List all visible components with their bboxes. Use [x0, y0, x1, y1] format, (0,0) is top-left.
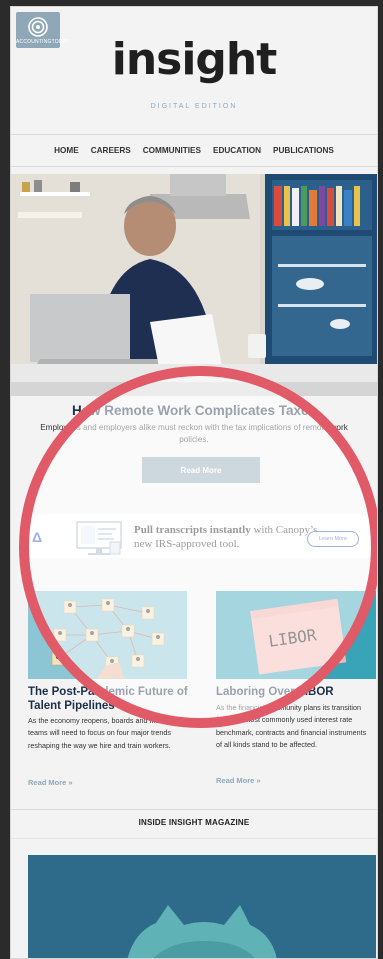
top-nav: HOME CAREERS COMMUNITIES EDUCATION PUBLI…	[10, 146, 378, 155]
talent-read-more-link[interactable]: Read More »	[28, 778, 73, 787]
nav-item-home[interactable]: HOME	[54, 146, 79, 155]
monitor-illustration-icon	[76, 521, 122, 555]
nav-divider-bottom	[10, 166, 378, 167]
feature-summary: Employees and employers alike must recko…	[40, 423, 348, 444]
nav-item-careers[interactable]: CAREERS	[91, 146, 131, 155]
magazine-cover-image[interactable]	[28, 855, 376, 959]
nav-divider-top	[10, 134, 378, 135]
email-page: ACCOUNTINGTODAY insight DIGITAL EDITION …	[10, 6, 378, 959]
insight-logo[interactable]: insight	[10, 34, 378, 85]
hero-image[interactable]	[10, 174, 378, 396]
canopy-logo-icon: Δ	[32, 529, 43, 545]
ad-headline: Pull transcripts instantly with Canopy’s…	[134, 523, 324, 551]
talent-card-title[interactable]: The Post-Pandemic Future of Talent Pipel…	[28, 685, 193, 713]
libor-read-more-link[interactable]: Read More »	[216, 776, 261, 785]
feature-headline[interactable]: How Remote Work Complicates Taxes	[10, 403, 378, 418]
nav-item-publications[interactable]: PUBLICATIONS	[273, 146, 334, 155]
libor-card-body: As the financial community plans its tra…	[216, 703, 367, 749]
talent-network-image[interactable]	[28, 591, 187, 679]
logo-subtitle: DIGITAL EDITION	[150, 103, 238, 110]
read-more-button[interactable]: Read More	[142, 457, 260, 483]
section-title: INSIDE INSIGHT MAGAZINE	[138, 818, 250, 827]
section-divider	[10, 809, 378, 810]
section-divider-lower	[10, 838, 378, 839]
nav-item-communities[interactable]: COMMUNITIES	[143, 146, 201, 155]
nav-item-education[interactable]: EDUCATION	[213, 146, 261, 155]
talent-card-body: As the economy reopens, boards and manag…	[28, 716, 192, 750]
ad-headline-bold: Pull transcripts instantly	[134, 524, 251, 536]
canopy-ad[interactable]: Δ Pull transcripts instantly with Canopy…	[24, 514, 369, 558]
learn-more-button[interactable]: Learn More	[307, 531, 359, 547]
libor-card-title[interactable]: Laboring Over LIBOR	[216, 685, 376, 699]
libor-note-image[interactable]: LIBOR	[216, 591, 376, 679]
